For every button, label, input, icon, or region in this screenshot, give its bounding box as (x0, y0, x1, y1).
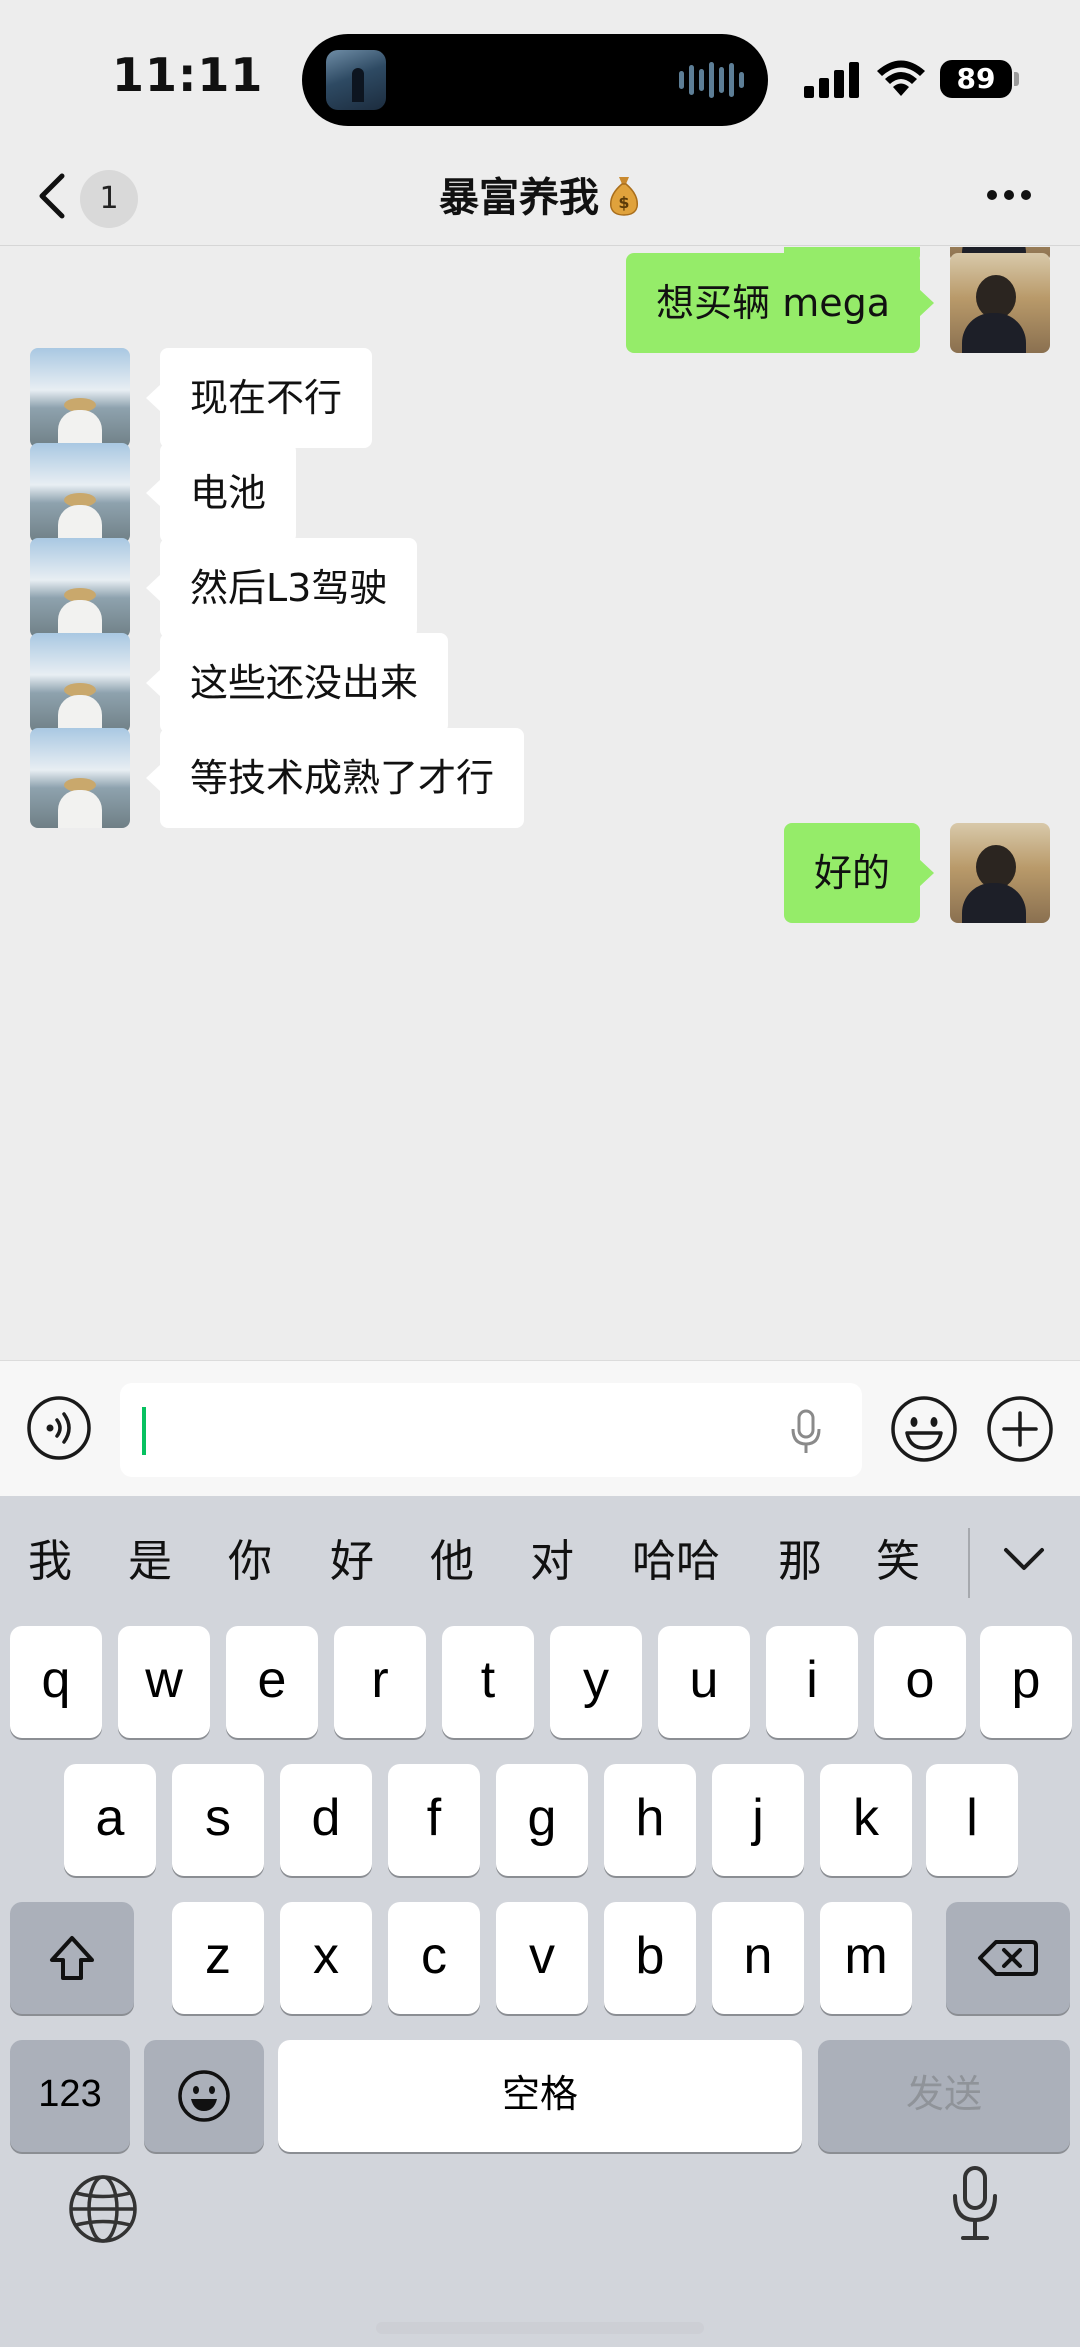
send-key[interactable]: 发送 (818, 2040, 1070, 2152)
candidate-word[interactable]: 哈哈 (632, 1532, 720, 1592)
key-c[interactable]: c (388, 1902, 480, 2014)
chat-header: 1 暴富养我 $ (0, 150, 1080, 246)
message-bubble[interactable]: 等技术成熟了才行 (145, 728, 525, 828)
wifi-icon (877, 60, 925, 96)
key-b[interactable]: b (604, 1902, 696, 2014)
message-bubble[interactable]: 好的 (783, 823, 935, 923)
key-f[interactable]: f (388, 1764, 480, 1876)
emoji-key-icon (178, 2070, 230, 2122)
emoji-key[interactable] (144, 2040, 264, 2152)
key-p[interactable]: p (980, 1626, 1072, 1738)
candidate-word[interactable]: 你 (228, 1532, 272, 1592)
emoji-icon[interactable] (890, 1395, 958, 1463)
audio-wave-icon (679, 62, 744, 98)
key-h[interactable]: h (604, 1764, 696, 1876)
home-indicator (376, 2322, 704, 2334)
chat-title-text: 暴富养我 (439, 175, 599, 221)
input-bar (0, 1360, 1080, 1496)
plus-icon[interactable] (986, 1395, 1054, 1463)
message-input[interactable] (120, 1383, 862, 1477)
voice-icon[interactable] (26, 1395, 92, 1461)
message-bubble[interactable]: 想买辆 mega (626, 253, 934, 353)
key-w[interactable]: w (118, 1626, 210, 1738)
contact-avatar[interactable] (30, 443, 130, 543)
candidate-bar: 我 是 你 好 他 对 哈哈 那 笑 (0, 1496, 1080, 1626)
collapse-icon[interactable] (1002, 1542, 1046, 1574)
more-icon[interactable] (986, 188, 1032, 202)
key-u[interactable]: u (658, 1626, 750, 1738)
dictation-icon[interactable] (950, 2164, 1000, 2244)
my-avatar[interactable] (950, 253, 1050, 353)
candidate-word[interactable]: 对 (530, 1532, 574, 1592)
status-bar: 11:11 89 (0, 0, 1080, 150)
now-playing-artwork (326, 50, 386, 110)
text-caret (142, 1407, 146, 1455)
delete-key[interactable] (946, 1902, 1070, 2014)
contact-avatar[interactable] (30, 633, 130, 733)
key-i[interactable]: i (766, 1626, 858, 1738)
key-e[interactable]: e (226, 1626, 318, 1738)
status-time: 11:11 (112, 48, 264, 102)
shift-icon (50, 1936, 94, 1980)
candidate-divider (968, 1528, 970, 1598)
key-q[interactable]: q (10, 1626, 102, 1738)
candidate-word[interactable]: 是 (128, 1532, 172, 1592)
key-k[interactable]: k (820, 1764, 912, 1876)
key-m[interactable]: m (820, 1902, 912, 2014)
candidate-word[interactable]: 我 (28, 1532, 72, 1592)
key-s[interactable]: s (172, 1764, 264, 1876)
battery-tip (1014, 72, 1019, 86)
key-o[interactable]: o (874, 1626, 966, 1738)
dynamic-island[interactable] (302, 34, 768, 126)
globe-icon[interactable] (66, 2172, 140, 2246)
keyboard: 我 是 你 好 他 对 哈哈 那 笑 q w e r t y u i o p a… (0, 1496, 1080, 2347)
message-bubble[interactable]: 现在不行 (145, 348, 373, 448)
key-x[interactable]: x (280, 1902, 372, 2014)
contact-avatar[interactable] (30, 538, 130, 638)
delete-icon (978, 1940, 1038, 1976)
candidate-word[interactable]: 笑 (876, 1532, 920, 1592)
key-r[interactable]: r (334, 1626, 426, 1738)
my-avatar[interactable] (950, 823, 1050, 923)
key-v[interactable]: v (496, 1902, 588, 2014)
chat-title[interactable]: 暴富养我 $ (0, 166, 1080, 230)
svg-text:$: $ (618, 193, 629, 212)
key-t[interactable]: t (442, 1626, 534, 1738)
cellular-signal-icon (804, 62, 859, 98)
money-bag-icon: $ (609, 177, 639, 216)
shift-key[interactable] (10, 1902, 134, 2014)
message-bubble[interactable]: 这些还没出来 (145, 633, 449, 733)
candidate-word[interactable]: 那 (778, 1532, 822, 1592)
key-y[interactable]: y (550, 1626, 642, 1738)
space-key[interactable]: 空格 (278, 2040, 802, 2152)
key-a[interactable]: a (64, 1764, 156, 1876)
message-bubble[interactable]: 然后L3驾驶 (145, 538, 418, 638)
key-n[interactable]: n (712, 1902, 804, 2014)
battery-level: 89 (940, 60, 1012, 98)
message-bubble[interactable]: 电池 (145, 443, 297, 543)
key-l[interactable]: l (926, 1764, 1018, 1876)
numbers-key[interactable]: 123 (10, 2040, 130, 2152)
contact-avatar[interactable] (30, 348, 130, 448)
contact-avatar[interactable] (30, 728, 130, 828)
candidate-word[interactable]: 好 (330, 1532, 374, 1592)
microphone-icon[interactable] (788, 1409, 824, 1455)
key-g[interactable]: g (496, 1764, 588, 1876)
candidate-word[interactable]: 他 (430, 1532, 474, 1592)
message-list[interactable]: 好的 想买辆 mega 现在不行 电池 然后L3驾驶 这些还没出来 等技术成熟了… (0, 247, 1080, 1360)
key-j[interactable]: j (712, 1764, 804, 1876)
key-z[interactable]: z (172, 1902, 264, 2014)
key-d[interactable]: d (280, 1764, 372, 1876)
